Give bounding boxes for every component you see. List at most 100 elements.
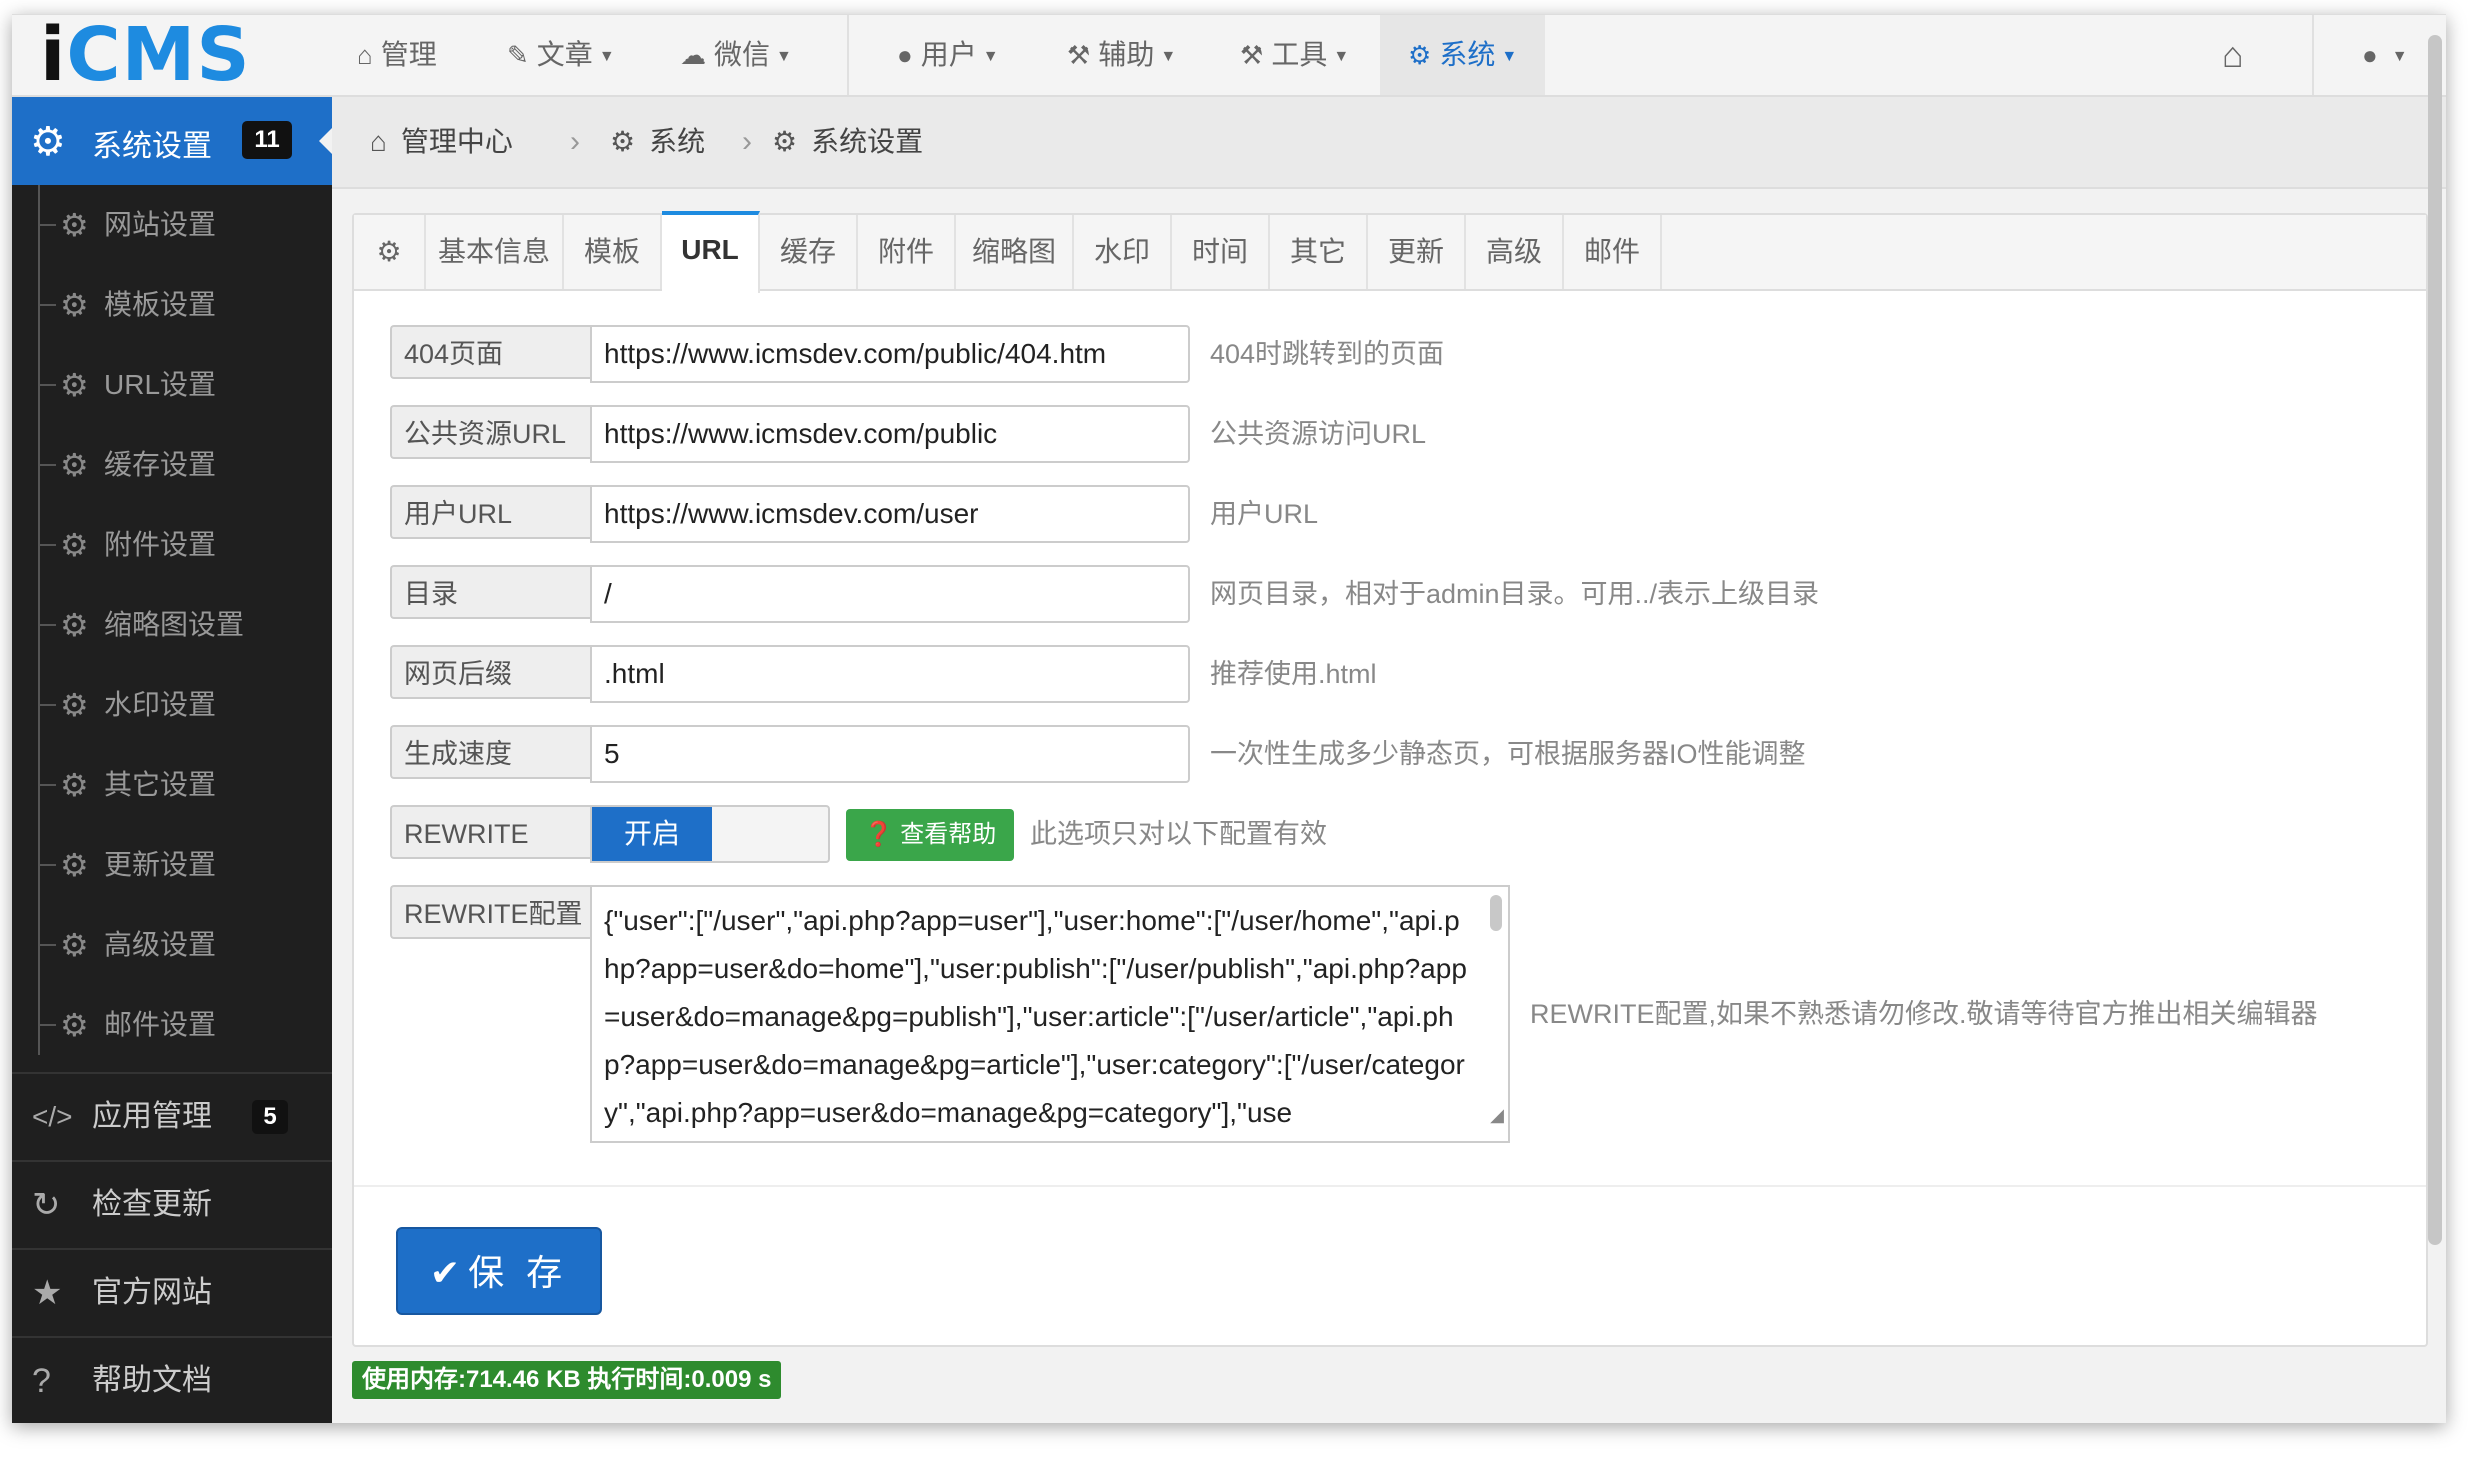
breadcrumb-item-system-settings[interactable]: ⚙ 系统设置	[772, 97, 923, 187]
404-page-input[interactable]: https://www.icmsdev.com/public/404.htm	[590, 325, 1190, 383]
caret-down-icon: ▼	[776, 47, 792, 65]
icms-logo[interactable]: iCMS	[40, 15, 251, 95]
directory-input[interactable]: /	[590, 565, 1190, 623]
help-text: REWRITE配置,如果不熟悉请勿修改.敬请等待官方推出相关编辑器	[1530, 999, 2318, 1029]
gear-icon: ⚙	[60, 287, 89, 323]
sidebar-subitem-template[interactable]: ⚙ 模板设置	[12, 265, 332, 345]
star-icon: ★	[32, 1274, 63, 1312]
breadcrumb-item-admin[interactable]: ⌂ 管理中心	[370, 97, 513, 187]
gear-icon: ⚙	[60, 367, 89, 403]
field-label: 网页后缀	[390, 645, 590, 699]
user-url-input[interactable]: https://www.icmsdev.com/user	[590, 485, 1190, 543]
gear-icon: ⚙	[30, 120, 66, 164]
form-divider	[354, 1185, 2426, 1187]
gear-icon: ⚙	[60, 207, 89, 243]
field-label: 用户URL	[390, 485, 590, 539]
breadcrumb-separator: ›	[742, 125, 752, 158]
sidebar-item-check-update[interactable]: ↻ 检查更新	[12, 1160, 332, 1248]
gear-icon: ⚙	[772, 126, 798, 157]
sidebar-item-help-docs[interactable]: ? 帮助文档	[12, 1336, 332, 1424]
sidebar-subitem-thumbnail[interactable]: ⚙ 缩略图设置	[12, 585, 332, 665]
gear-icon: ⚙	[60, 847, 89, 883]
sidebar-item-system-settings[interactable]: ⚙ 系统设置 11	[12, 97, 333, 185]
public-url-input[interactable]: https://www.icmsdev.com/public	[590, 405, 1190, 463]
sidebar-subitem-url[interactable]: ⚙ URL设置	[12, 345, 332, 425]
code-icon: </>	[32, 1101, 73, 1132]
tab-thumbnail[interactable]: 缩略图	[956, 215, 1074, 289]
sidebar-subitem-other[interactable]: ⚙ 其它设置	[12, 745, 332, 825]
user-menu[interactable]: ● ▼	[2362, 15, 2408, 95]
top-navbar: iCMS ⌂ 管理 ✎ 文章 ▼ ☁ 微信 ▼ ● 用户 ▼ ⚒ 辅助 ▼ ⚒ 工具 ▼ ⚙ 系统 ▼ ⌂…	[12, 15, 2446, 97]
field-label: REWRITE	[390, 805, 590, 859]
nav-system[interactable]: ⚙ 系统 ▼	[1380, 15, 1546, 95]
home-icon: ⌂	[370, 126, 387, 157]
tab-advanced[interactable]: 高级	[1466, 215, 1564, 289]
gear-icon: ⚙	[60, 1007, 89, 1043]
refresh-icon: ↻	[32, 1186, 61, 1224]
sidebar-subitem-site[interactable]: ⚙ 网站设置	[12, 185, 332, 265]
tab-update[interactable]: 更新	[1368, 215, 1466, 289]
rewrite-config-textarea[interactable]: {"user":["/user","api.php?app=user"],"us…	[590, 885, 1510, 1143]
tab-basic-info[interactable]: 基本信息	[426, 215, 564, 289]
sidebar-subitem-cache[interactable]: ⚙ 缓存设置	[12, 425, 332, 505]
tab-cache[interactable]: 缓存	[760, 215, 858, 289]
tab-url[interactable]: URL	[662, 211, 760, 293]
textarea-scrollbar[interactable]	[1490, 895, 1502, 931]
help-text: 404时跳转到的页面	[1210, 339, 1445, 369]
tab-attachment[interactable]: 附件	[858, 215, 956, 289]
gear-icon: ⚙	[60, 527, 89, 563]
nav-tools[interactable]: ⚒ 工具 ▼	[1240, 15, 1349, 95]
nav-wechat[interactable]: ☁ 微信 ▼	[680, 15, 792, 95]
nav-article[interactable]: ✎ 文章 ▼	[507, 15, 615, 95]
gear-icon: ⚙	[354, 215, 426, 289]
sidebar-subitem-mail[interactable]: ⚙ 邮件设置	[12, 985, 332, 1065]
resize-handle-icon[interactable]: ◢	[1490, 1091, 1504, 1139]
sidebar-item-apps[interactable]: </> 应用管理 5	[12, 1072, 332, 1160]
page-suffix-input[interactable]: .html	[590, 645, 1190, 703]
user-icon: ●	[2362, 40, 2378, 70]
field-label: 目录	[390, 565, 590, 619]
user-icon: ●	[897, 40, 913, 70]
breadcrumb: ⌂ 管理中心 › ⚙ 系统 › ⚙ 系统设置	[332, 97, 2446, 189]
toggle-on-label: 开启	[592, 807, 712, 861]
nav-user[interactable]: ● 用户 ▼	[897, 15, 999, 95]
breadcrumb-item-system[interactable]: ⚙ 系统	[610, 97, 705, 187]
sidebar-subitem-attachment[interactable]: ⚙ 附件设置	[12, 505, 332, 585]
settings-tabs: ⚙ 基本信息 模板 URL 缓存 附件 缩略图 水印 时间 其它 更新 高级 邮…	[354, 211, 2426, 293]
sidebar-subitem-watermark[interactable]: ⚙ 水印设置	[12, 665, 332, 745]
caret-down-icon: ▼	[2391, 47, 2408, 65]
nav-divider	[847, 15, 849, 95]
sidebar-subitem-update[interactable]: ⚙ 更新设置	[12, 825, 332, 905]
tab-mail[interactable]: 邮件	[1564, 215, 1662, 289]
home-icon: ⌂	[357, 40, 373, 70]
nav-manage[interactable]: ⌂ 管理	[357, 15, 437, 95]
check-icon: ✔	[429, 1252, 461, 1293]
count-badge: 5	[252, 1100, 288, 1134]
gear-icon: ⚙	[60, 927, 89, 963]
tool-icon: ⚒	[1240, 40, 1264, 70]
rewrite-toggle[interactable]: 开启	[590, 805, 830, 863]
sidebar-submenu: ⚙ 网站设置 ⚙ 模板设置 ⚙ URL设置 ⚙ 缓存设置 ⚙ 附件设置 ⚙ 缩略图设置 ⚙ 水…	[12, 185, 332, 1065]
save-button[interactable]: ✔ 保 存	[396, 1227, 602, 1315]
generate-speed-input[interactable]: 5	[590, 725, 1190, 783]
caret-down-icon: ▼	[1160, 47, 1177, 65]
page-scrollbar[interactable]	[2428, 35, 2442, 1245]
tab-template[interactable]: 模板	[564, 215, 662, 289]
tab-other[interactable]: 其它	[1270, 215, 1368, 289]
count-badge: 11	[242, 121, 292, 159]
caret-down-icon: ▼	[982, 47, 999, 65]
home-icon[interactable]: ⌂	[2222, 15, 2244, 95]
tab-watermark[interactable]: 水印	[1074, 215, 1172, 289]
caret-down-icon: ▼	[1333, 47, 1350, 65]
settings-panel: ⚙ 基本信息 模板 URL 缓存 附件 缩略图 水印 时间 其它 更新 高级 邮…	[352, 211, 2428, 1347]
field-label: 公共资源URL	[390, 405, 590, 459]
help-text: 公共资源访问URL	[1210, 419, 1427, 449]
tab-time[interactable]: 时间	[1172, 215, 1270, 289]
field-label: 生成速度	[390, 725, 590, 779]
nav-assist[interactable]: ⚒ 辅助 ▼	[1067, 15, 1176, 95]
active-indicator	[319, 127, 333, 155]
app-window: iCMS ⌂ 管理 ✎ 文章 ▼ ☁ 微信 ▼ ● 用户 ▼ ⚒ 辅助 ▼ ⚒ 工具 ▼ ⚙ 系统 ▼ ⌂…	[12, 14, 2446, 1423]
sidebar-item-official-site[interactable]: ★ 官方网站	[12, 1248, 332, 1336]
view-help-button[interactable]: ❓ 查看帮助	[846, 809, 1014, 861]
sidebar-subitem-advanced[interactable]: ⚙ 高级设置	[12, 905, 332, 985]
